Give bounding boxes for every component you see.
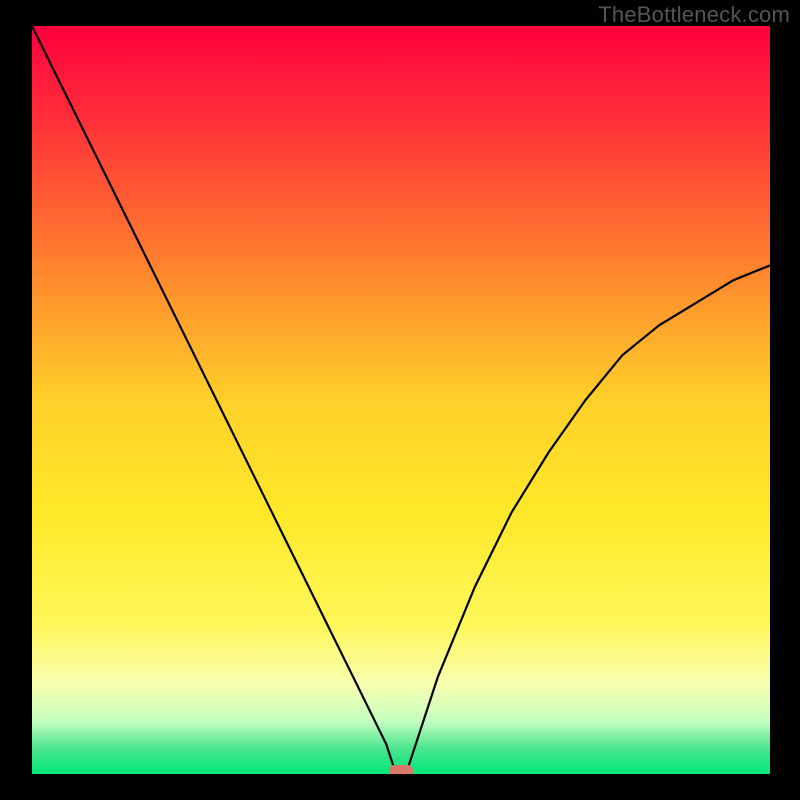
plot-area (32, 26, 770, 774)
plot-svg (32, 26, 770, 774)
gradient-background (32, 26, 770, 774)
optimal-marker (389, 765, 413, 774)
watermark-text: TheBottleneck.com (598, 2, 790, 28)
chart-frame: TheBottleneck.com (0, 0, 800, 800)
